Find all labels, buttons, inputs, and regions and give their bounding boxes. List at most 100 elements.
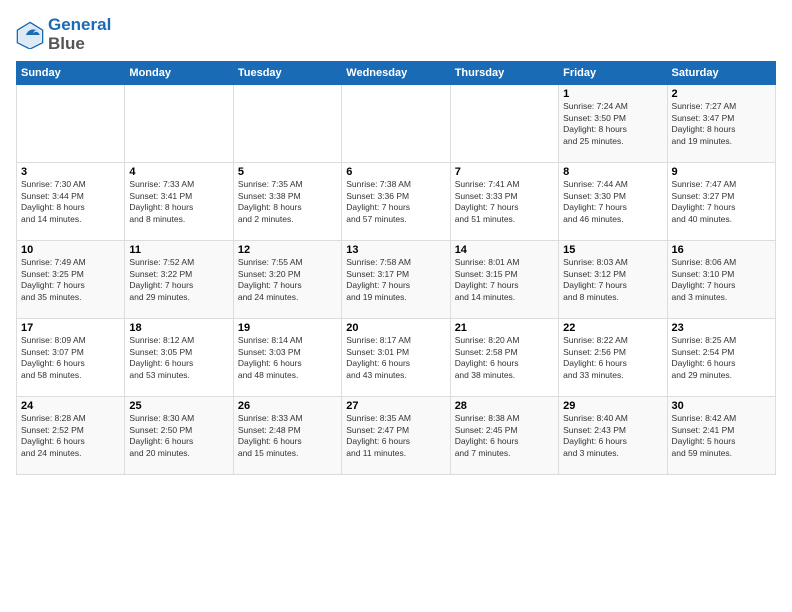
day-number: 1 <box>563 88 662 100</box>
day-number: 13 <box>346 244 445 256</box>
day-cell <box>450 85 558 163</box>
col-header-thursday: Thursday <box>450 62 558 85</box>
day-number: 10 <box>21 244 120 256</box>
day-cell: 11Sunrise: 7:52 AM Sunset: 3:22 PM Dayli… <box>125 241 233 319</box>
day-number: 20 <box>346 322 445 334</box>
col-header-friday: Friday <box>559 62 667 85</box>
day-number: 12 <box>238 244 337 256</box>
day-cell <box>17 85 125 163</box>
day-number: 24 <box>21 400 120 412</box>
day-number: 8 <box>563 166 662 178</box>
day-info: Sunrise: 7:47 AM Sunset: 3:27 PM Dayligh… <box>672 179 771 225</box>
day-info: Sunrise: 8:06 AM Sunset: 3:10 PM Dayligh… <box>672 257 771 303</box>
day-number: 17 <box>21 322 120 334</box>
week-row-1: 3Sunrise: 7:30 AM Sunset: 3:44 PM Daylig… <box>17 163 776 241</box>
day-number: 19 <box>238 322 337 334</box>
day-info: Sunrise: 7:58 AM Sunset: 3:17 PM Dayligh… <box>346 257 445 303</box>
day-number: 28 <box>455 400 554 412</box>
day-cell: 14Sunrise: 8:01 AM Sunset: 3:15 PM Dayli… <box>450 241 558 319</box>
day-cell: 8Sunrise: 7:44 AM Sunset: 3:30 PM Daylig… <box>559 163 667 241</box>
day-number: 25 <box>129 400 228 412</box>
week-row-0: 1Sunrise: 7:24 AM Sunset: 3:50 PM Daylig… <box>17 85 776 163</box>
day-number: 15 <box>563 244 662 256</box>
col-header-sunday: Sunday <box>17 62 125 85</box>
day-number: 27 <box>346 400 445 412</box>
day-info: Sunrise: 8:14 AM Sunset: 3:03 PM Dayligh… <box>238 335 337 381</box>
day-info: Sunrise: 7:27 AM Sunset: 3:47 PM Dayligh… <box>672 101 771 147</box>
day-cell: 27Sunrise: 8:35 AM Sunset: 2:47 PM Dayli… <box>342 397 450 475</box>
day-info: Sunrise: 7:33 AM Sunset: 3:41 PM Dayligh… <box>129 179 228 225</box>
day-cell <box>342 85 450 163</box>
day-info: Sunrise: 7:24 AM Sunset: 3:50 PM Dayligh… <box>563 101 662 147</box>
day-info: Sunrise: 7:38 AM Sunset: 3:36 PM Dayligh… <box>346 179 445 225</box>
day-number: 7 <box>455 166 554 178</box>
day-cell: 5Sunrise: 7:35 AM Sunset: 3:38 PM Daylig… <box>233 163 341 241</box>
day-number: 3 <box>21 166 120 178</box>
day-cell: 30Sunrise: 8:42 AM Sunset: 2:41 PM Dayli… <box>667 397 775 475</box>
day-number: 23 <box>672 322 771 334</box>
day-cell <box>233 85 341 163</box>
col-header-monday: Monday <box>125 62 233 85</box>
day-cell: 13Sunrise: 7:58 AM Sunset: 3:17 PM Dayli… <box>342 241 450 319</box>
day-info: Sunrise: 7:35 AM Sunset: 3:38 PM Dayligh… <box>238 179 337 225</box>
col-header-tuesday: Tuesday <box>233 62 341 85</box>
header-row: SundayMondayTuesdayWednesdayThursdayFrid… <box>17 62 776 85</box>
day-number: 22 <box>563 322 662 334</box>
day-info: Sunrise: 7:52 AM Sunset: 3:22 PM Dayligh… <box>129 257 228 303</box>
day-info: Sunrise: 8:01 AM Sunset: 3:15 PM Dayligh… <box>455 257 554 303</box>
day-number: 14 <box>455 244 554 256</box>
day-cell: 3Sunrise: 7:30 AM Sunset: 3:44 PM Daylig… <box>17 163 125 241</box>
day-cell: 24Sunrise: 8:28 AM Sunset: 2:52 PM Dayli… <box>17 397 125 475</box>
day-cell: 1Sunrise: 7:24 AM Sunset: 3:50 PM Daylig… <box>559 85 667 163</box>
day-number: 30 <box>672 400 771 412</box>
day-cell: 10Sunrise: 7:49 AM Sunset: 3:25 PM Dayli… <box>17 241 125 319</box>
day-cell: 6Sunrise: 7:38 AM Sunset: 3:36 PM Daylig… <box>342 163 450 241</box>
week-row-2: 10Sunrise: 7:49 AM Sunset: 3:25 PM Dayli… <box>17 241 776 319</box>
day-info: Sunrise: 8:35 AM Sunset: 2:47 PM Dayligh… <box>346 413 445 459</box>
calendar-body: 1Sunrise: 7:24 AM Sunset: 3:50 PM Daylig… <box>17 85 776 475</box>
page: General Blue SundayMondayTuesdayWednesda… <box>0 0 792 612</box>
day-cell: 23Sunrise: 8:25 AM Sunset: 2:54 PM Dayli… <box>667 319 775 397</box>
day-info: Sunrise: 8:42 AM Sunset: 2:41 PM Dayligh… <box>672 413 771 459</box>
day-cell: 7Sunrise: 7:41 AM Sunset: 3:33 PM Daylig… <box>450 163 558 241</box>
day-info: Sunrise: 8:33 AM Sunset: 2:48 PM Dayligh… <box>238 413 337 459</box>
day-cell: 19Sunrise: 8:14 AM Sunset: 3:03 PM Dayli… <box>233 319 341 397</box>
day-number: 5 <box>238 166 337 178</box>
logo: General Blue <box>16 16 111 53</box>
day-cell <box>125 85 233 163</box>
day-cell: 12Sunrise: 7:55 AM Sunset: 3:20 PM Dayli… <box>233 241 341 319</box>
day-cell: 26Sunrise: 8:33 AM Sunset: 2:48 PM Dayli… <box>233 397 341 475</box>
day-info: Sunrise: 8:25 AM Sunset: 2:54 PM Dayligh… <box>672 335 771 381</box>
day-number: 4 <box>129 166 228 178</box>
day-cell: 15Sunrise: 8:03 AM Sunset: 3:12 PM Dayli… <box>559 241 667 319</box>
day-cell: 4Sunrise: 7:33 AM Sunset: 3:41 PM Daylig… <box>125 163 233 241</box>
day-number: 9 <box>672 166 771 178</box>
day-number: 16 <box>672 244 771 256</box>
day-cell: 2Sunrise: 7:27 AM Sunset: 3:47 PM Daylig… <box>667 85 775 163</box>
day-cell: 17Sunrise: 8:09 AM Sunset: 3:07 PM Dayli… <box>17 319 125 397</box>
day-info: Sunrise: 8:28 AM Sunset: 2:52 PM Dayligh… <box>21 413 120 459</box>
day-number: 21 <box>455 322 554 334</box>
day-number: 2 <box>672 88 771 100</box>
day-info: Sunrise: 7:49 AM Sunset: 3:25 PM Dayligh… <box>21 257 120 303</box>
day-cell: 29Sunrise: 8:40 AM Sunset: 2:43 PM Dayli… <box>559 397 667 475</box>
day-info: Sunrise: 8:03 AM Sunset: 3:12 PM Dayligh… <box>563 257 662 303</box>
day-cell: 9Sunrise: 7:47 AM Sunset: 3:27 PM Daylig… <box>667 163 775 241</box>
calendar: SundayMondayTuesdayWednesdayThursdayFrid… <box>16 61 776 475</box>
day-cell: 25Sunrise: 8:30 AM Sunset: 2:50 PM Dayli… <box>125 397 233 475</box>
day-number: 29 <box>563 400 662 412</box>
day-info: Sunrise: 7:44 AM Sunset: 3:30 PM Dayligh… <box>563 179 662 225</box>
day-number: 11 <box>129 244 228 256</box>
day-cell: 22Sunrise: 8:22 AM Sunset: 2:56 PM Dayli… <box>559 319 667 397</box>
header: General Blue <box>16 16 776 53</box>
col-header-wednesday: Wednesday <box>342 62 450 85</box>
day-cell: 20Sunrise: 8:17 AM Sunset: 3:01 PM Dayli… <box>342 319 450 397</box>
day-info: Sunrise: 8:17 AM Sunset: 3:01 PM Dayligh… <box>346 335 445 381</box>
day-number: 6 <box>346 166 445 178</box>
day-info: Sunrise: 8:30 AM Sunset: 2:50 PM Dayligh… <box>129 413 228 459</box>
day-info: Sunrise: 8:09 AM Sunset: 3:07 PM Dayligh… <box>21 335 120 381</box>
day-info: Sunrise: 8:40 AM Sunset: 2:43 PM Dayligh… <box>563 413 662 459</box>
day-info: Sunrise: 7:55 AM Sunset: 3:20 PM Dayligh… <box>238 257 337 303</box>
logo-icon <box>16 21 44 49</box>
day-info: Sunrise: 7:41 AM Sunset: 3:33 PM Dayligh… <box>455 179 554 225</box>
